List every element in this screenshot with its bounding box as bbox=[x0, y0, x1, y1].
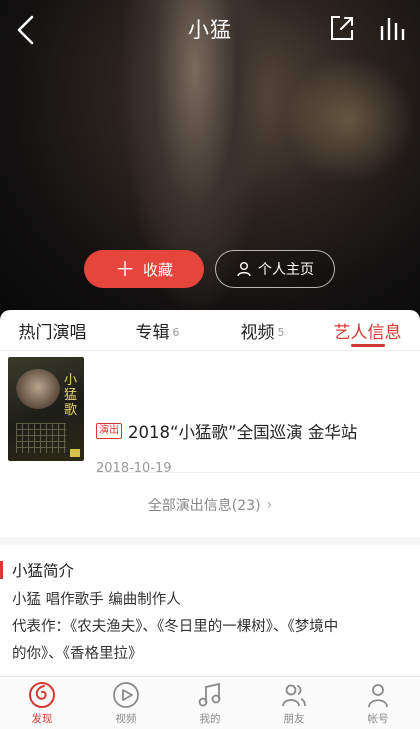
tab-count: 6 bbox=[172, 326, 180, 339]
intro-heading-text: 小猛简介 bbox=[12, 562, 75, 580]
bottom-nav: 发现 视频 我的 朋友 帐号 bbox=[0, 676, 420, 729]
tab-label: 视频 bbox=[240, 322, 275, 343]
intro-line-3: 的你》、《香格里拉》 bbox=[12, 646, 143, 662]
top-bar: 小猛 bbox=[0, 0, 420, 60]
homepage-label: 个人主页 bbox=[258, 262, 314, 278]
show-title-row: 演出 2018“小猛歌”全国巡演 金华站 bbox=[96, 419, 410, 443]
tab-count: 5 bbox=[277, 326, 285, 339]
content-sheet: 热门演唱 专辑 6 视频 5 艺人信息 小猛歌 演出 2018“小猛歌”全国巡演… bbox=[0, 310, 420, 676]
section-gap bbox=[0, 537, 420, 545]
nav-label: 朋友 bbox=[283, 713, 305, 725]
share-icon bbox=[331, 16, 353, 40]
intro-line-1: 小猛 唱作歌手 编曲制作人 bbox=[12, 592, 181, 608]
tab-bar: 热门演唱 专辑 6 视频 5 艺人信息 bbox=[0, 310, 420, 351]
show-badge: 演出 bbox=[96, 423, 122, 439]
tab-label: 热门演唱 bbox=[18, 322, 87, 343]
active-tab-indicator bbox=[350, 344, 385, 347]
artist-hero-image: 小猛 ＋ 收藏 个人主页 bbox=[0, 0, 420, 320]
video-icon bbox=[113, 682, 139, 708]
tab-label: 专辑 bbox=[135, 322, 170, 343]
nav-discover[interactable]: 发现 bbox=[0, 677, 84, 729]
nav-label: 发现 bbox=[31, 713, 53, 725]
discover-icon bbox=[29, 682, 55, 708]
page-title: 小猛 bbox=[188, 18, 232, 42]
show-date: 2018-10-19 bbox=[96, 461, 172, 476]
tab-albums[interactable]: 专辑 6 bbox=[105, 310, 210, 350]
plus-icon: ＋ bbox=[114, 257, 135, 281]
nav-label: 帐号 bbox=[367, 713, 389, 725]
nav-label: 视频 bbox=[115, 713, 137, 725]
show-list-item[interactable]: 小猛歌 演出 2018“小猛歌”全国巡演 金华站 2018-10-19 bbox=[0, 351, 420, 476]
collect-button[interactable]: ＋ 收藏 bbox=[84, 250, 204, 288]
now-playing-button[interactable] bbox=[378, 14, 406, 42]
intro-heading: 小猛简介 bbox=[0, 559, 420, 581]
user-icon bbox=[237, 262, 251, 277]
tab-label: 艺人信息 bbox=[333, 322, 402, 343]
divider bbox=[96, 472, 420, 473]
collect-label: 收藏 bbox=[142, 260, 173, 279]
poster-text: 小猛歌 bbox=[64, 373, 78, 418]
tab-hot-songs[interactable]: 热门演唱 bbox=[0, 310, 105, 350]
poster-pattern bbox=[16, 423, 66, 453]
nav-label: 我的 bbox=[199, 713, 221, 725]
tab-videos[interactable]: 视频 5 bbox=[210, 310, 315, 350]
share-button[interactable] bbox=[328, 14, 356, 42]
nav-video[interactable]: 视频 bbox=[84, 677, 168, 729]
tab-artist-info[interactable]: 艺人信息 bbox=[315, 310, 420, 350]
nav-friends[interactable]: 朋友 bbox=[252, 677, 336, 729]
heading-accent-bar bbox=[0, 561, 3, 579]
show-title: 2018“小猛歌”全国巡演 金华站 bbox=[128, 423, 358, 442]
intro-line-2: 代表作：《农夫渔夫》、《冬日里的一棵树》、《梦境中 bbox=[12, 619, 339, 635]
friends-icon bbox=[282, 684, 306, 707]
show-poster: 小猛歌 bbox=[8, 357, 84, 461]
all-shows-label: 全部演出信息(23) bbox=[147, 498, 261, 514]
account-icon bbox=[368, 684, 388, 708]
now-playing-icon bbox=[380, 18, 405, 40]
stage-light bbox=[280, 60, 420, 180]
chevron-right-icon: › bbox=[266, 497, 273, 513]
nav-account[interactable]: 帐号 bbox=[336, 677, 420, 729]
poster-face bbox=[16, 369, 60, 409]
personal-homepage-button[interactable]: 个人主页 bbox=[215, 250, 335, 288]
music-icon bbox=[198, 682, 221, 707]
nav-mine[interactable]: 我的 bbox=[168, 677, 252, 729]
poster-tag bbox=[70, 449, 80, 457]
all-shows-link[interactable]: 全部演出信息(23) › bbox=[0, 473, 420, 537]
